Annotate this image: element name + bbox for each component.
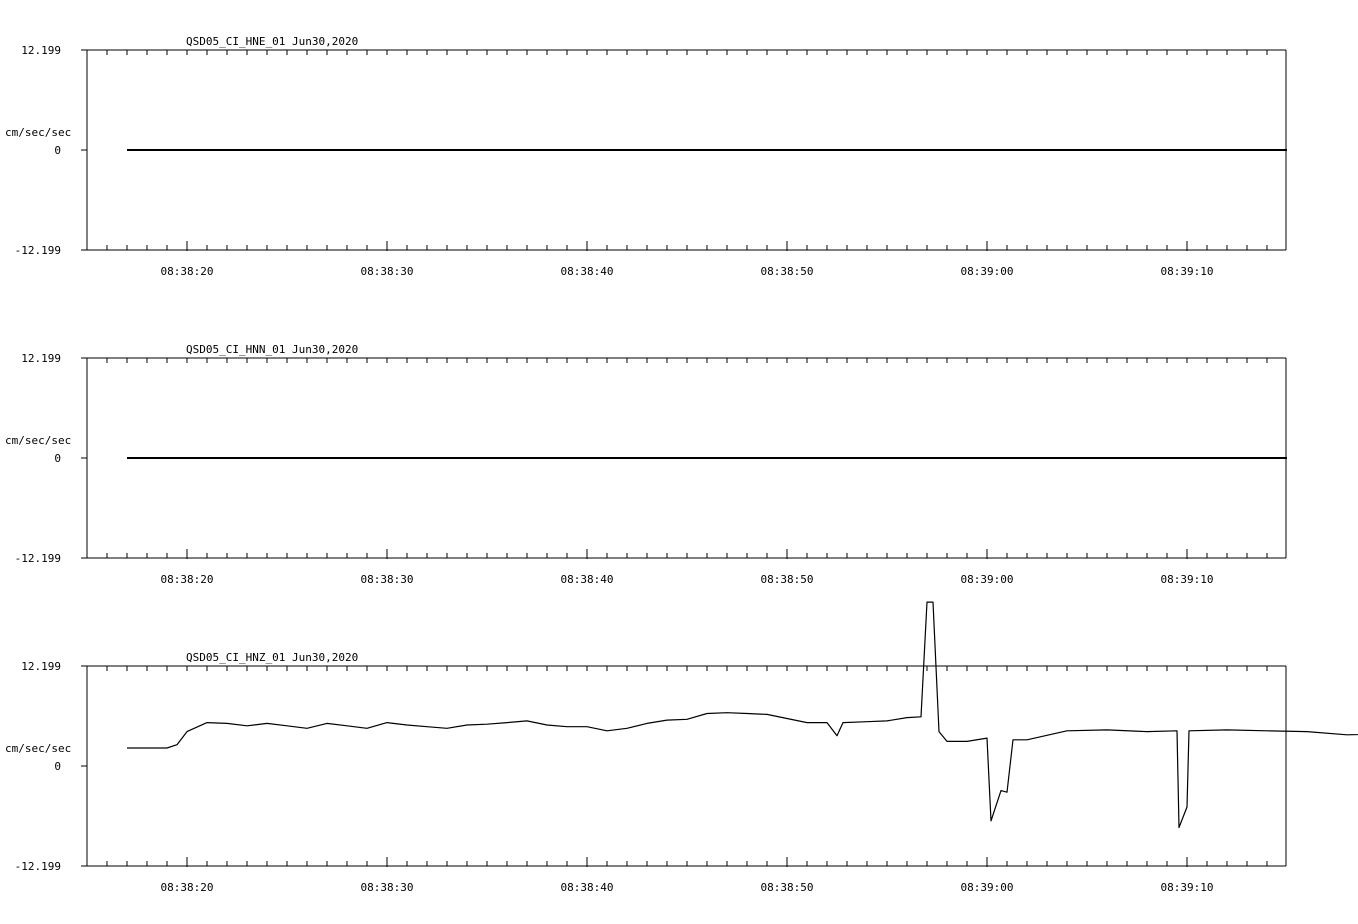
x-tick-label: 08:38:40 — [561, 265, 614, 278]
x-tick-label: 08:39:00 — [961, 265, 1014, 278]
seismogram-figure: 08:38:20 08:38:30 08:38:40 08:38:50 08:39:00… — [5, 35, 1358, 894]
y-axis-label: cm/sec/sec — [5, 434, 71, 447]
y-tick-label: 0 — [54, 144, 61, 157]
x-tick-label: 08:38:20 — [161, 881, 214, 894]
x-tick-label: 08:39:10 — [1161, 573, 1214, 586]
trace-panel: 08:38:20 08:38:30 08:38:40 08:38:50 08:39:00… — [5, 35, 1287, 278]
x-tick-label: 08:38:40 — [561, 881, 614, 894]
trace-panel: 08:38:20 08:38:30 08:38:40 08:38:50 08:39:00… — [5, 601, 1358, 894]
trace-line — [127, 601, 1358, 829]
x-tick-label: 08:39:10 — [1161, 265, 1214, 278]
x-tick-label: 08:38:30 — [361, 573, 414, 586]
x-tick-label: 08:38:50 — [761, 573, 814, 586]
x-tick-label: 08:38:40 — [561, 573, 614, 586]
y-tick-label: 12.199 — [21, 352, 61, 365]
x-tick-label: 08:39:10 — [1161, 881, 1214, 894]
y-axis-label: cm/sec/sec — [5, 742, 71, 755]
x-tick-label: 08:39:00 — [961, 573, 1014, 586]
x-tick-label: 08:39:00 — [961, 881, 1014, 894]
y-tick-label: -12.199 — [15, 860, 61, 873]
x-tick-label: 08:38:20 — [161, 573, 214, 586]
y-tick-label: -12.199 — [15, 552, 61, 565]
chart-title: QSD05_CI_HNE_01 Jun30,2020 — [186, 35, 358, 48]
y-tick-label: 0 — [54, 452, 61, 465]
y-tick-label: -12.199 — [15, 244, 61, 257]
chart-title: QSD05_CI_HNN_01 Jun30,2020 — [186, 343, 358, 356]
x-tick-label: 08:38:30 — [361, 881, 414, 894]
x-tick-label: 08:38:30 — [361, 265, 414, 278]
chart-title: QSD05_CI_HNZ_01 Jun30,2020 — [186, 651, 358, 664]
x-tick-label: 08:38:50 — [761, 881, 814, 894]
y-tick-label: 0 — [54, 760, 61, 773]
y-tick-label: 12.199 — [21, 44, 61, 57]
trace-panel: 08:38:20 08:38:30 08:38:40 08:38:50 08:39:00… — [5, 343, 1287, 586]
y-axis-label: cm/sec/sec — [5, 126, 71, 139]
x-tick-label: 08:38:20 — [161, 265, 214, 278]
y-tick-label: 12.199 — [21, 660, 61, 673]
x-tick-label: 08:38:50 — [761, 265, 814, 278]
